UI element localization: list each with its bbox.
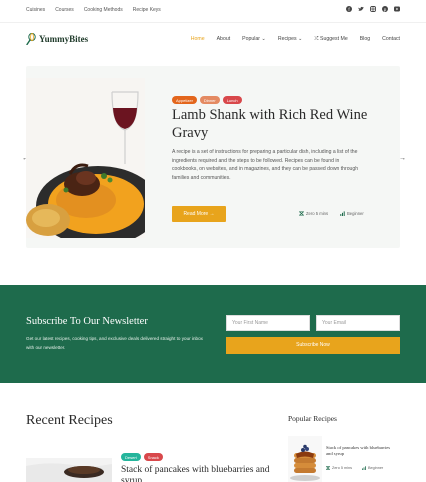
youtube-icon[interactable] xyxy=(394,6,400,12)
nav-blog[interactable]: Blog xyxy=(360,36,370,43)
slider-next-arrow[interactable]: → xyxy=(399,155,406,162)
difficulty-bars-icon xyxy=(340,211,345,216)
popular-recipe-title[interactable]: Stack of pancakes with bluebarries and s… xyxy=(326,445,396,457)
hero-recipe-description: A recipe is a set of instructions for pr… xyxy=(172,149,359,182)
recent-recipe-tags: Desert Snack xyxy=(121,453,163,461)
site-header: YummyBites Home About Popular ⌄ Recipes … xyxy=(0,22,426,56)
top-link-cuisines[interactable]: Cuisines xyxy=(26,7,45,13)
popular-recipe-image[interactable] xyxy=(288,436,322,482)
hero-recipe-title[interactable]: Lamb Shank with Rich Red Wine Gravy xyxy=(172,106,372,142)
timer-icon xyxy=(299,211,304,216)
tag-dinner[interactable]: Dinner xyxy=(199,96,220,104)
popular-recipe-difficulty: Beginner xyxy=(362,466,383,470)
nav-contact[interactable]: Contact xyxy=(382,36,400,43)
popular-recipe-time: Zero 5 mins xyxy=(326,466,352,470)
pancake-stack-photo xyxy=(288,436,322,482)
recipe-difficulty: Beginner xyxy=(340,211,364,216)
recent-recipe-image[interactable] xyxy=(26,458,112,482)
whisk-logo-icon xyxy=(26,33,36,45)
email-input[interactable]: Your Email xyxy=(316,315,400,331)
nav-recipes-label: Recipes xyxy=(277,36,297,42)
tag-desert[interactable]: Desert xyxy=(121,453,141,461)
popular-recipes-title: Popular Recipes xyxy=(288,414,337,423)
pinterest-icon[interactable]: p xyxy=(382,6,388,12)
main-nav: Home About Popular ⌄ Recipes ⌄ ⤮ Suggest… xyxy=(191,36,400,43)
twitter-icon[interactable] xyxy=(358,6,364,12)
site-logo[interactable]: YummyBites xyxy=(26,33,88,45)
top-link-courses[interactable]: Courses xyxy=(55,7,74,13)
social-links: f p xyxy=(346,6,400,12)
nav-about[interactable]: About xyxy=(217,36,231,43)
timer-icon xyxy=(326,466,330,470)
newsletter-text: Get our latest recipes, cooking tips, an… xyxy=(26,336,203,350)
nav-popular[interactable]: Popular ⌄ xyxy=(242,36,266,43)
pancakes-photo xyxy=(26,458,112,482)
read-more-button[interactable]: Read More → xyxy=(172,206,226,222)
top-link-recipe-keys[interactable]: Recipe Keys xyxy=(133,7,161,13)
popular-difficulty-text: Beginner xyxy=(368,466,384,470)
tag-snack[interactable]: Snack xyxy=(143,453,163,461)
top-links: Cuisines Courses Cooking Methods Recipe … xyxy=(26,7,161,13)
recent-recipe-title[interactable]: Stack of pancakes with bluebarries and s… xyxy=(121,465,271,482)
recipe-time: Zero 5 mins xyxy=(299,211,328,216)
tag-lunch[interactable]: Lunch xyxy=(222,96,242,104)
nav-home[interactable]: Home xyxy=(191,36,205,43)
nav-suggest-me[interactable]: ⤮ Suggest Me xyxy=(314,36,347,43)
nav-popular-label: Popular xyxy=(242,36,261,42)
recipe-time-text: Zero 5 mins xyxy=(306,211,329,216)
top-link-cooking-methods[interactable]: Cooking Methods xyxy=(84,7,123,13)
newsletter-section: Subscribe To Our Newsletter Get our late… xyxy=(0,285,426,383)
subscribe-button[interactable]: Subscribe Now xyxy=(226,337,400,354)
chevron-down-icon: ⌄ xyxy=(298,36,303,42)
chevron-down-icon: ⌄ xyxy=(261,36,266,42)
first-name-input[interactable]: Your First Name xyxy=(226,315,310,331)
popular-time-text: Zero 5 mins xyxy=(332,466,353,470)
tag-appetizer[interactable]: Appetizer xyxy=(172,96,197,104)
instagram-icon[interactable] xyxy=(370,6,376,12)
newsletter-title: Subscribe To Our Newsletter xyxy=(26,316,148,327)
recipe-difficulty-text: Beginner xyxy=(347,211,364,216)
lamb-shank-photo xyxy=(26,78,145,238)
nav-recipes[interactable]: Recipes ⌄ xyxy=(278,36,303,43)
facebook-icon[interactable]: f xyxy=(346,6,352,12)
featured-recipe-slide: Appetizer Dinner Lunch Lamb Shank with R… xyxy=(26,66,400,248)
logo-text: YummyBites xyxy=(39,34,89,44)
lamb-shank-image[interactable] xyxy=(26,78,145,238)
difficulty-bars-icon xyxy=(362,466,366,470)
top-bar: Cuisines Courses Cooking Methods Recipe … xyxy=(0,0,426,22)
nav-suggest-label: Suggest Me xyxy=(320,36,348,42)
hero-tags: Appetizer Dinner Lunch xyxy=(172,96,242,104)
shuffle-icon: ⤮ xyxy=(314,36,319,42)
recent-recipes-title: Recent Recipes xyxy=(26,413,113,428)
